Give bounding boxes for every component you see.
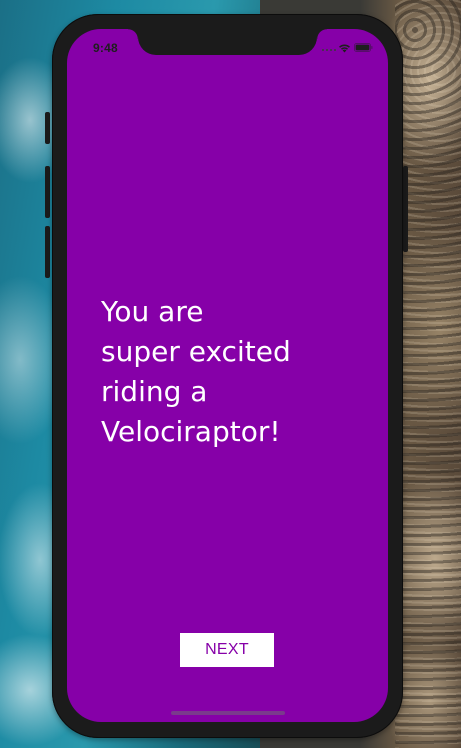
rocks-background xyxy=(395,0,461,748)
message-line-2: super excited xyxy=(101,335,291,368)
wifi-icon xyxy=(339,44,350,53)
status-icons xyxy=(322,42,374,54)
cellular-signal-icon xyxy=(322,49,336,52)
message-line-3: riding a xyxy=(101,375,208,408)
device-notch xyxy=(128,29,327,55)
next-button[interactable]: NEXT xyxy=(180,633,274,667)
volume-up-button xyxy=(45,166,50,218)
message-line-1: You are xyxy=(101,295,204,328)
message-line-4: Velociraptor! xyxy=(101,415,281,448)
story-message: You are super excited riding a Velocirap… xyxy=(101,292,361,452)
mute-switch xyxy=(45,112,50,144)
volume-down-button xyxy=(45,226,50,278)
battery-icon xyxy=(354,43,373,52)
status-time: 9:48 xyxy=(93,41,118,55)
power-button xyxy=(403,166,408,252)
home-indicator[interactable] xyxy=(171,711,285,715)
